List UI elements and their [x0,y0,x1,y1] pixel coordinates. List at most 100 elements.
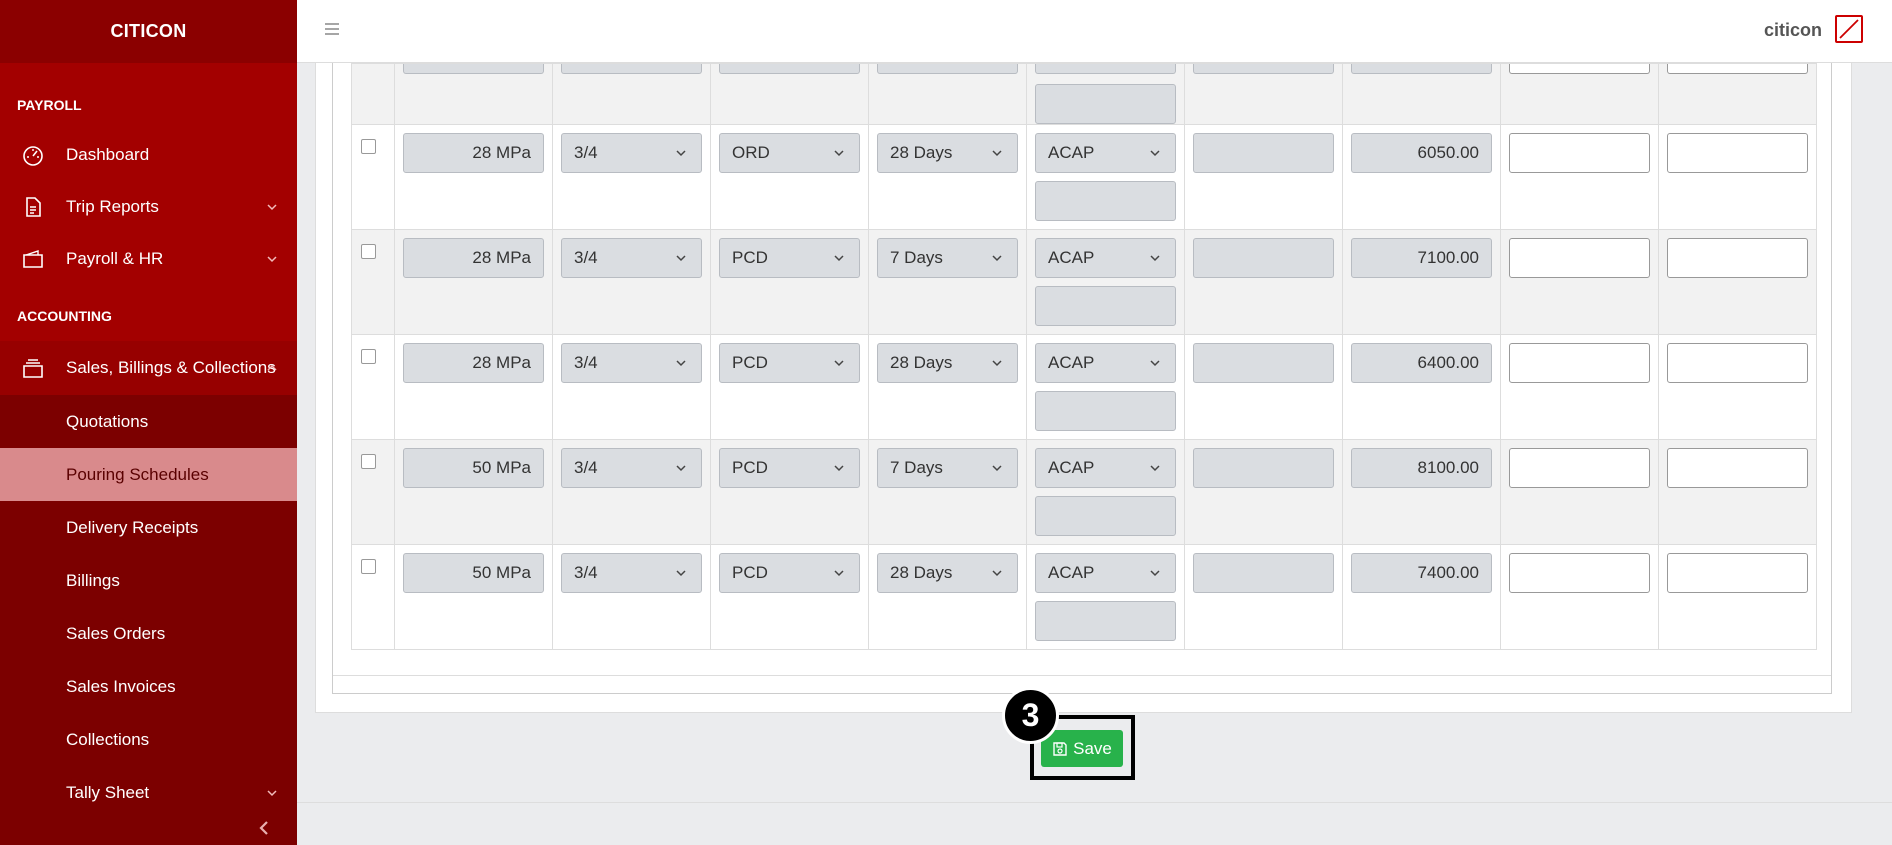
days-select[interactable] [877,64,1018,74]
chevron-down-icon [834,465,844,472]
chevron-down-icon [1150,255,1160,262]
cement-value: PCD [732,353,768,372]
aggregate-select[interactable]: 3/4 [561,343,702,383]
sidebar-item-delivery-receipts[interactable]: Delivery Receipts [0,501,297,554]
chevron-down-icon [834,360,844,367]
price-field: 6400.00 [1351,343,1492,383]
sidebar-item-sales-billings-collections[interactable]: Sales, Billings & Collections [0,341,297,395]
table-row: 28 MPa 3/4 ORD 28 Days ACAP 6050.00 [351,124,1817,230]
days-select[interactable]: 7 Days [877,448,1018,488]
sidebar-item-payroll-hr[interactable]: Payroll & HR [0,233,297,285]
strength-value: 50 MPa [472,563,531,582]
table-row: 50 MPa 3/4 PCD 7 Days ACAP 8100.00 [351,439,1817,545]
chevron-down-icon [992,570,1002,577]
aggregate-select[interactable] [561,64,702,74]
dashboard-icon [22,144,44,166]
input-field[interactable] [1509,64,1650,74]
sidebar-item-pouring-schedules[interactable]: Pouring Schedules [0,448,297,501]
cement-select[interactable] [719,64,860,74]
chevron-down-icon [676,360,686,367]
plant-select[interactable] [1035,64,1176,74]
chevron-down-icon [676,255,686,262]
sidebar-item-trip-reports[interactable]: Trip Reports [0,181,297,233]
sidebar-item-collections[interactable]: Collections [0,713,297,766]
plant-extra-field[interactable] [1035,391,1176,431]
plant-value: ACAP [1048,248,1095,267]
input-field[interactable] [1667,553,1808,593]
cement-select[interactable]: PCD [719,448,860,488]
cement-select[interactable]: PCD [719,553,860,593]
cement-select[interactable]: PCD [719,343,860,383]
aggregate-value: 3/4 [574,143,598,162]
input-field[interactable] [1509,238,1650,278]
plant-select[interactable]: ACAP [1035,343,1176,383]
divider [333,675,1831,676]
aggregate-select[interactable]: 3/4 [561,133,702,173]
input-field[interactable] [1509,553,1650,593]
price-value: 7400.00 [1417,563,1479,582]
days-value: 7 Days [890,248,943,267]
row-checkbox[interactable] [361,454,376,469]
hamburger-menu-icon[interactable] [323,20,341,38]
sidebar-item-sales-invoices[interactable]: Sales Invoices [0,660,297,713]
sidebar-item-tally-sheet[interactable]: Tally Sheet [0,766,297,819]
sidebar-item-sales-orders[interactable]: Sales Orders [0,607,297,660]
sidebar-collapse-button[interactable] [0,819,297,837]
cement-select[interactable]: PCD [719,238,860,278]
input-field[interactable] [1667,133,1808,173]
days-value: 28 Days [890,563,953,582]
plant-select[interactable]: ACAP [1035,238,1176,278]
row-checkbox[interactable] [361,139,376,154]
strength-field: 28 MPa [403,238,544,278]
sidebar-item-billings[interactable]: Billings [0,554,297,607]
avatar[interactable] [1835,15,1863,43]
input-field[interactable] [1509,448,1650,488]
days-select[interactable]: 28 Days [877,553,1018,593]
brand-logo[interactable]: CITICON [0,0,297,63]
aggregate-select[interactable]: 3/4 [561,448,702,488]
blank-field [1193,64,1334,74]
cement-value: PCD [732,458,768,477]
plant-extra-field[interactable] [1035,601,1176,641]
cement-select[interactable]: ORD [719,133,860,173]
days-select[interactable]: 28 Days [877,343,1018,383]
plant-extra-field[interactable] [1035,286,1176,326]
cement-value: ORD [732,143,770,162]
payroll-heading: PAYROLL [17,97,82,113]
input-field[interactable] [1667,448,1808,488]
chevron-left-icon [258,821,268,835]
input-field[interactable] [1667,238,1808,278]
aggregate-select[interactable]: 3/4 [561,238,702,278]
plant-value: ACAP [1048,563,1095,582]
days-value: 7 Days [890,458,943,477]
aggregate-select[interactable]: 3/4 [561,553,702,593]
sidebar-item-dashboard[interactable]: Dashboard [0,129,297,181]
chevron-down-icon [676,570,686,577]
blank-field [1193,133,1334,173]
save-button[interactable]: Save [1041,730,1123,767]
save-label: Save [1073,738,1112,758]
document-icon [22,196,44,218]
row-checkbox[interactable] [361,349,376,364]
plant-extra-field[interactable] [1035,181,1176,221]
plant-extra-field[interactable] [1035,496,1176,536]
plant-select[interactable]: ACAP [1035,133,1176,173]
strength-field[interactable] [403,64,544,74]
days-select[interactable]: 28 Days [877,133,1018,173]
sidebar-item-label: Payroll & HR [66,249,164,268]
plant-select[interactable]: ACAP [1035,448,1176,488]
chevron-down-icon [676,150,686,157]
input-field[interactable] [1509,343,1650,383]
user-name[interactable]: citicon [1764,20,1822,41]
input-field[interactable] [1667,64,1808,74]
row-checkbox[interactable] [361,244,376,259]
plant-extra-field[interactable] [1035,84,1176,124]
row-checkbox[interactable] [361,559,376,574]
sidebar-item-quotations[interactable]: Quotations [0,395,297,448]
price-field [1351,64,1492,74]
step-badge: 3 [1002,687,1059,744]
days-select[interactable]: 7 Days [877,238,1018,278]
plant-select[interactable]: ACAP [1035,553,1176,593]
input-field[interactable] [1667,343,1808,383]
input-field[interactable] [1509,133,1650,173]
